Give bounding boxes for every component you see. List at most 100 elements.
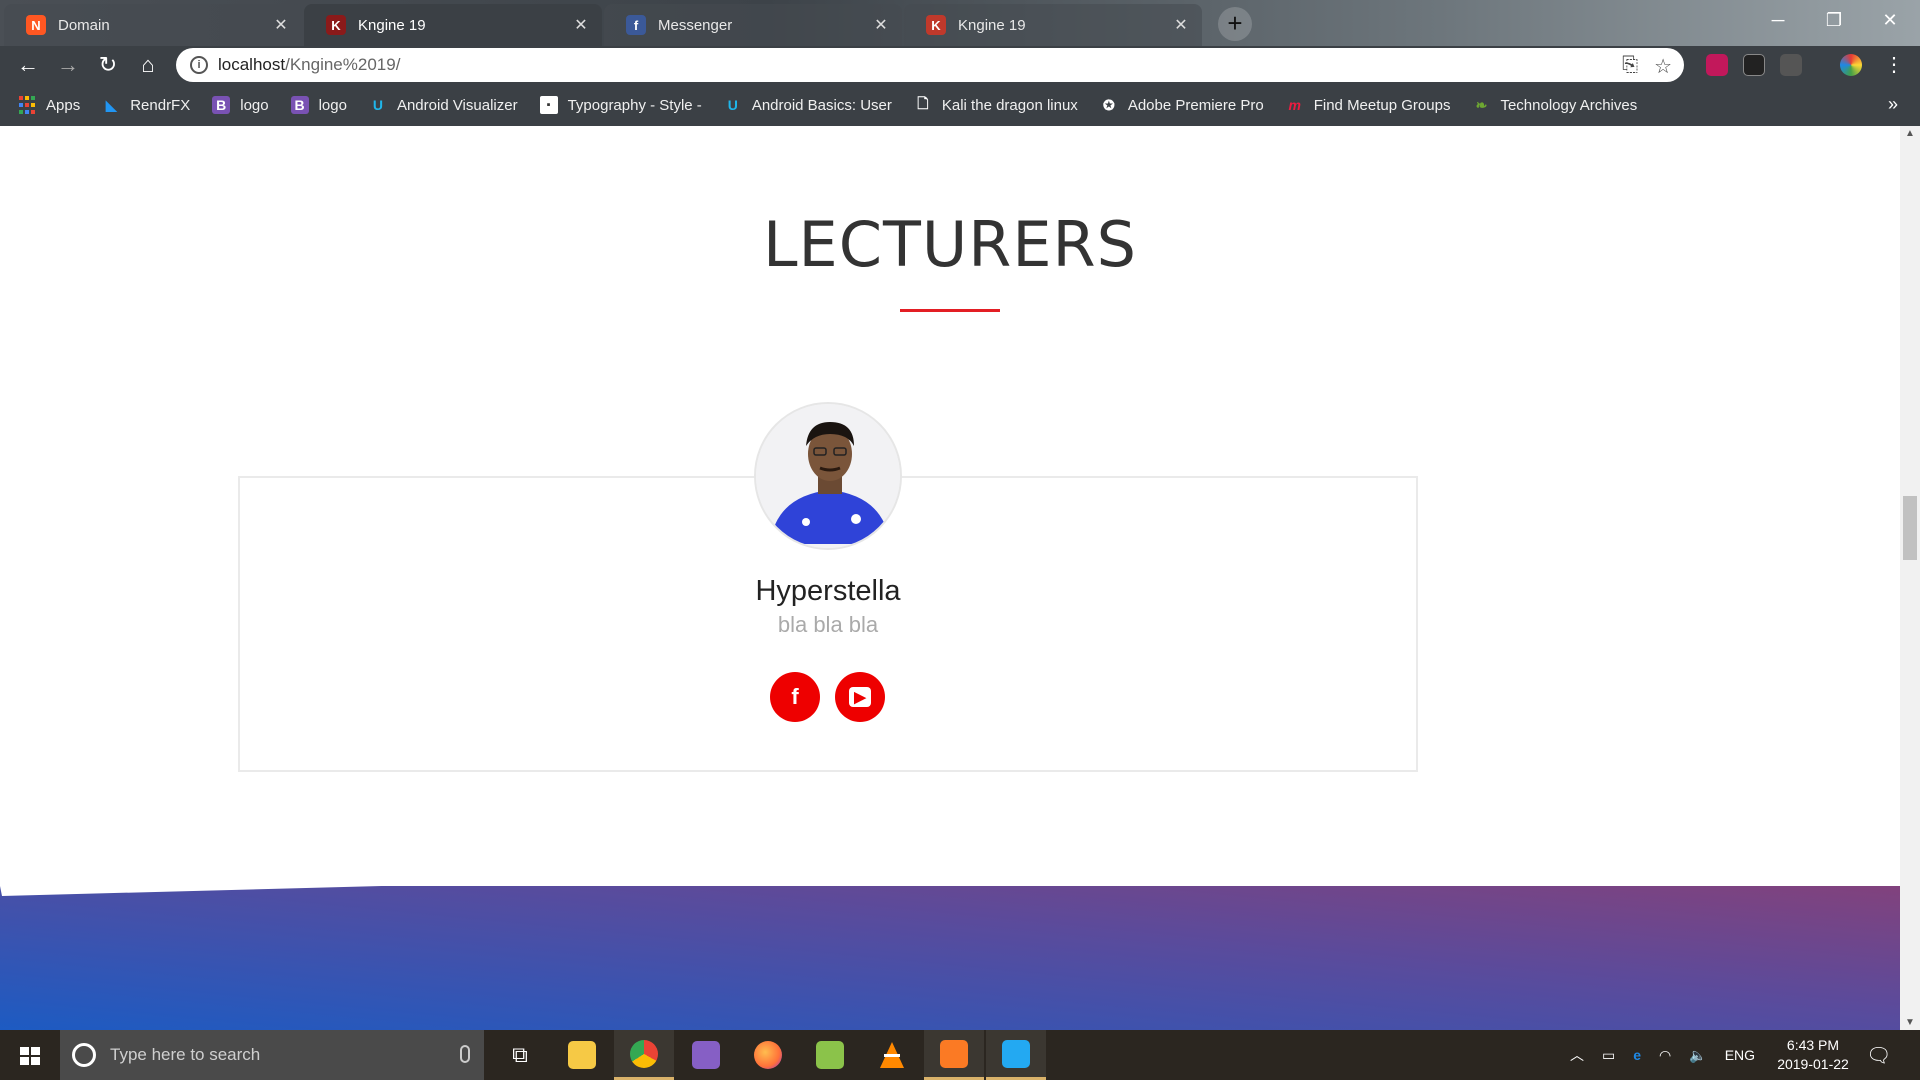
xampp-icon xyxy=(940,1039,968,1068)
action-center-icon[interactable]: 🗨 xyxy=(1866,1030,1891,1080)
facebook-icon: f xyxy=(791,684,799,709)
lecturer-photo-icon xyxy=(756,404,900,548)
firefox-icon xyxy=(754,1041,782,1069)
udacity-icon: U xyxy=(727,97,738,113)
edge-icon[interactable]: e xyxy=(1633,1047,1641,1063)
xampp-button[interactable] xyxy=(924,1030,984,1080)
clock-date: 2019-01-22 xyxy=(1777,1056,1849,1072)
chrome-icon xyxy=(630,1039,658,1068)
tab-kngine-19[interactable]: K Kngine 19 ✕ xyxy=(904,4,1202,46)
tab-title: Kngine 19 xyxy=(358,16,426,34)
taskbar-search-box[interactable]: Type here to search xyxy=(60,1030,484,1080)
tab-kngine-19-active[interactable]: K Kngine 19 ✕ xyxy=(304,4,602,46)
tab-title: Kngine 19 xyxy=(958,16,1026,34)
wifi-icon[interactable]: ◠ xyxy=(1659,1047,1671,1064)
udacity-icon: U xyxy=(372,97,384,113)
notepad-plus-plus-button[interactable] xyxy=(800,1030,860,1080)
bootstrap-icon: B xyxy=(212,96,231,114)
close-tab-icon[interactable]: ✕ xyxy=(572,15,590,35)
minimize-window-icon[interactable]: ─ xyxy=(1750,0,1806,40)
file-explorer-icon xyxy=(568,1041,596,1069)
chrome-button[interactable] xyxy=(614,1030,674,1080)
notepad-plus-plus-icon xyxy=(816,1041,844,1069)
new-tab-button[interactable]: + xyxy=(1218,7,1252,41)
tab-title: Messenger xyxy=(658,16,733,34)
section-title: LECTURERS xyxy=(763,208,1137,281)
bookmark-label: Kali the dragon linux xyxy=(941,96,1078,114)
vscode-button[interactable] xyxy=(986,1030,1046,1080)
hq-extension-icon[interactable] xyxy=(1780,54,1802,76)
facebook-button[interactable]: f xyxy=(770,672,820,722)
bookmarks-bar: Apps ◣ RendrFX B logo B logo U Android V… xyxy=(0,84,1920,126)
bookmark-label: Typography - Style - xyxy=(567,96,702,114)
language-indicator[interactable]: ENG xyxy=(1725,1047,1755,1063)
bookmarks-overflow-icon[interactable]: » xyxy=(1888,94,1898,115)
battery-icon[interactable]: ▭ xyxy=(1602,1047,1615,1064)
extension-icon[interactable] xyxy=(1706,54,1728,76)
translate-icon[interactable]: ⎘ xyxy=(1622,54,1638,79)
bookmark-star-icon[interactable]: ☆ xyxy=(1654,54,1672,79)
bookmark-adobe-premiere[interactable]: ✪ Adobe Premiere Pro xyxy=(1100,96,1264,114)
task-view-icon: ⧉ xyxy=(512,1042,528,1067)
bookmark-rendrfx[interactable]: ◣ RendrFX xyxy=(102,96,190,114)
lecturer-name: Hyperstella xyxy=(755,575,901,607)
reload-icon[interactable]: ↻ xyxy=(92,49,124,81)
taskbar-clock[interactable]: 6:43 PM 2019-01-22 xyxy=(1768,1036,1858,1074)
bookmark-technology-archives[interactable]: ❧ Technology Archives xyxy=(1472,96,1638,114)
scroll-down-arrow-icon[interactable]: ▼ xyxy=(1905,1017,1915,1028)
scrollbar-thumb[interactable] xyxy=(1903,496,1917,560)
youtube-icon: ▶ xyxy=(849,687,871,707)
domain-favicon-icon: N xyxy=(26,15,46,35)
kngine-favicon-icon: K xyxy=(326,15,346,35)
visual-studio-icon xyxy=(692,1041,720,1069)
bookmark-typography[interactable]: ▪ Typography - Style - xyxy=(539,96,702,114)
bookmark-android-visualizer[interactable]: U Android Visualizer xyxy=(369,96,518,114)
rendrfx-icon: ◣ xyxy=(105,96,117,113)
page-scrollbar[interactable]: ▲ ▼ xyxy=(1900,126,1920,1030)
firefox-button[interactable] xyxy=(738,1030,798,1080)
url-text: localhost/Kngine%2019/ xyxy=(218,55,401,74)
start-button[interactable] xyxy=(0,1030,60,1080)
file-explorer-button[interactable] xyxy=(552,1030,612,1080)
incognito-extension-icon[interactable] xyxy=(1743,54,1765,76)
page-icon: ▪ xyxy=(539,96,558,114)
visual-studio-button[interactable] xyxy=(676,1030,736,1080)
bookmark-label: Apps xyxy=(46,96,81,114)
bookmark-apps[interactable]: Apps xyxy=(18,96,80,114)
profile-avatar-icon[interactable] xyxy=(1840,54,1862,76)
home-icon[interactable]: ⌂ xyxy=(132,49,164,81)
browser-toolbar: ← → ↻ ⌂ i localhost/Kngine%2019/ ⎘ ☆ ⋮ xyxy=(0,46,1920,84)
address-bar[interactable]: i localhost/Kngine%2019/ ⎘ ☆ xyxy=(176,48,1684,82)
microphone-icon[interactable] xyxy=(460,1045,470,1063)
bookmark-android-basics[interactable]: U Android Basics: User xyxy=(724,96,892,114)
close-window-icon[interactable]: ✕ xyxy=(1862,0,1918,40)
tab-messenger[interactable]: f Messenger ✕ xyxy=(604,4,902,46)
bookmark-label: Technology Archives xyxy=(1500,96,1638,114)
forward-arrow-icon[interactable]: → xyxy=(52,49,84,81)
tab-domain[interactable]: N Domain ✕ xyxy=(4,4,302,46)
scroll-up-arrow-icon[interactable]: ▲ xyxy=(1905,128,1915,139)
site-info-icon[interactable]: i xyxy=(190,56,208,74)
menu-kebab-icon[interactable]: ⋮ xyxy=(1878,49,1910,81)
system-tray: ︿ ▭ e ◠ 🔈 ENG xyxy=(1570,1030,1755,1080)
kngine-favicon-icon: K xyxy=(926,15,946,35)
close-tab-icon[interactable]: ✕ xyxy=(1172,15,1190,35)
bookmark-label: Find Meetup Groups xyxy=(1313,96,1451,114)
volume-icon[interactable]: 🔈 xyxy=(1689,1047,1706,1064)
close-tab-icon[interactable]: ✕ xyxy=(872,15,890,35)
vscode-icon xyxy=(1002,1039,1030,1068)
show-hidden-icons-chevron-icon[interactable]: ︿ xyxy=(1570,1045,1584,1065)
restore-window-icon[interactable]: ❐ xyxy=(1806,0,1862,40)
vlc-button[interactable] xyxy=(862,1030,922,1080)
bookmark-meetup[interactable]: m Find Meetup Groups xyxy=(1286,96,1451,114)
youtube-button[interactable]: ▶ xyxy=(835,672,885,722)
back-arrow-icon[interactable]: ← xyxy=(12,49,44,81)
close-tab-icon[interactable]: ✕ xyxy=(272,15,290,35)
title-underline-divider xyxy=(900,309,1000,312)
bookmark-label: RendrFX xyxy=(130,96,191,114)
bookmark-logo-2[interactable]: B logo xyxy=(290,96,347,114)
lecturer-description: bla bla bla xyxy=(777,612,879,637)
bookmark-logo-1[interactable]: B logo xyxy=(212,96,269,114)
task-view-button[interactable]: ⧉ xyxy=(490,1030,550,1080)
bookmark-kali[interactable]: 🗋 Kali the dragon linux xyxy=(914,95,1078,114)
